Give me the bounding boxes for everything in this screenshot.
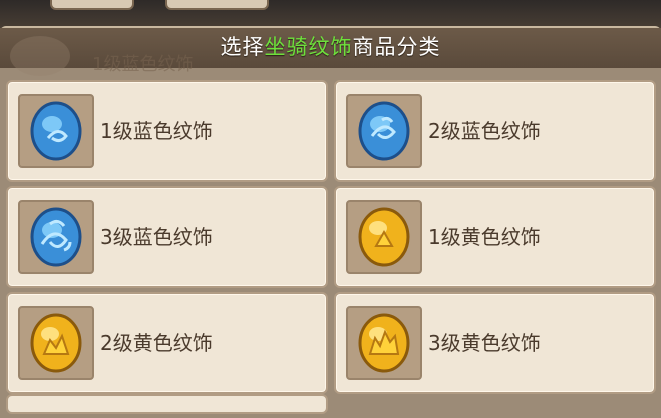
item-slot xyxy=(346,200,422,274)
category-item-partial[interactable] xyxy=(6,394,328,414)
tab-stub-left[interactable] xyxy=(50,0,134,10)
tab-stub-right[interactable] xyxy=(165,0,269,10)
item-slot xyxy=(346,306,422,380)
category-grid: 1级蓝色纹饰 2级蓝色纹饰 3级蓝色纹饰 1级黄色纹饰 2级黄色纹饰 3级黄色纹… xyxy=(6,80,661,410)
item-slot xyxy=(18,306,94,380)
page-title: 选择坐骑纹饰商品分类 xyxy=(0,31,661,61)
category-item[interactable]: 1级蓝色纹饰 xyxy=(6,80,328,182)
category-item[interactable]: 3级蓝色纹饰 xyxy=(6,186,328,288)
category-item[interactable]: 3级黄色纹饰 xyxy=(334,292,656,394)
item-label: 3级蓝色纹饰 xyxy=(100,225,213,249)
item-label: 2级黄色纹饰 xyxy=(100,331,213,355)
item-slot xyxy=(346,94,422,168)
item-slot xyxy=(18,94,94,168)
blue-ornament-icon xyxy=(30,207,82,267)
title-highlight: 坐骑纹饰 xyxy=(264,35,353,59)
item-slot xyxy=(18,200,94,274)
yellow-ornament-icon xyxy=(30,313,82,373)
category-item[interactable]: 2级黄色纹饰 xyxy=(6,292,328,394)
item-label: 3级黄色纹饰 xyxy=(428,331,541,355)
title-suffix: 商品分类 xyxy=(352,35,441,59)
title-prefix: 选择 xyxy=(220,35,265,59)
blue-ornament-icon xyxy=(358,101,410,161)
blue-ornament-icon xyxy=(30,101,82,161)
category-item[interactable]: 1级黄色纹饰 xyxy=(334,186,656,288)
yellow-ornament-icon xyxy=(358,207,410,267)
yellow-ornament-icon xyxy=(358,313,410,373)
category-item[interactable]: 2级蓝色纹饰 xyxy=(334,80,656,182)
item-label: 1级黄色纹饰 xyxy=(428,225,541,249)
item-label: 2级蓝色纹饰 xyxy=(428,119,541,143)
item-label: 1级蓝色纹饰 xyxy=(100,119,213,143)
